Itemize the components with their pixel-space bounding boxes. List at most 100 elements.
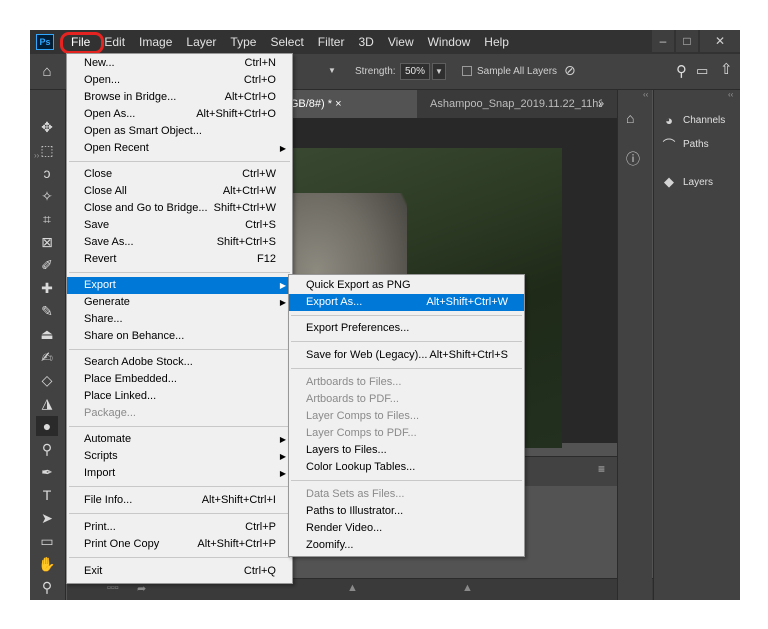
menu-view[interactable]: View (381, 30, 421, 54)
menu-item-place-linked[interactable]: Place Linked... (67, 388, 292, 405)
menu-item-revert[interactable]: Revert F12 (67, 251, 292, 268)
collapse-strip-icon[interactable]: ‹‹ (643, 90, 648, 99)
submenu-item-color-lookup-tables[interactable]: Color Lookup Tables... (289, 459, 524, 476)
collapse-dock-icon[interactable]: ‹‹ (728, 90, 733, 99)
menu-item-open-as-smart-object[interactable]: Open as Smart Object... (67, 123, 292, 140)
menu-window[interactable]: Window (421, 30, 478, 54)
tools-panel: ›› ✥ ⬚ ↄ ✧ ⌗ ⊠ ✐ ✚ ✎ ⏏ ✍ ◇ ◮ ● ⚲ ✒ T ➤ ▭… (30, 90, 66, 600)
menu-item-open-as[interactable]: Open As... Alt+Shift+Ctrl+O (67, 106, 292, 123)
submenu-item-label: Color Lookup Tables... (306, 461, 416, 473)
home-icon[interactable]: ⌂ (38, 63, 56, 81)
menu-item-shortcut: Ctrl+O (243, 74, 276, 86)
search-icon[interactable]: ⚲ (676, 62, 687, 80)
menu-item-print[interactable]: Print... Ctrl+P (67, 519, 292, 536)
menu-item-exit[interactable]: Exit Ctrl+Q (67, 563, 292, 580)
menu-item-automate[interactable]: Automate ▶ (67, 431, 292, 448)
submenu-item-render-video[interactable]: Render Video... (289, 520, 524, 537)
submenu-arrow-icon: ▶ (279, 469, 286, 478)
pen-tool-icon[interactable]: ✒ (36, 462, 58, 482)
maximize-button[interactable]: □ (676, 30, 698, 52)
sample-all-layers-checkbox[interactable] (462, 66, 472, 76)
healing-brush-tool-icon[interactable]: ✚ (36, 278, 58, 298)
submenu-item-layers-to-files[interactable]: Layers to Files... (289, 442, 524, 459)
menu-item-label: File Info... (84, 494, 133, 506)
strength-input[interactable]: 50% (400, 63, 430, 80)
menu-item-generate[interactable]: Generate ▶ (67, 294, 292, 311)
menu-item-import[interactable]: Import ▶ (67, 465, 292, 482)
zoom-tool-icon[interactable]: ⚲ (36, 577, 58, 597)
pressure-icon[interactable]: ⊘ (564, 62, 576, 79)
menu-item-new[interactable]: New... Ctrl+N (67, 55, 292, 72)
menu-item-save-as[interactable]: Save As... Shift+Ctrl+S (67, 234, 292, 251)
path-selection-tool-icon[interactable]: ➤ (36, 508, 58, 528)
eraser-tool-icon[interactable]: ◇ (36, 370, 58, 390)
menu-item-search-adobe-stock[interactable]: Search Adobe Stock... (67, 354, 292, 371)
menu-select[interactable]: Select (263, 30, 310, 54)
blur-tool-icon[interactable]: ● (36, 416, 58, 436)
menu-item-print-one-copy[interactable]: Print One Copy Alt+Shift+Ctrl+P (67, 536, 292, 553)
menu-item-open[interactable]: Open... Ctrl+O (67, 72, 292, 89)
workspace-icon[interactable]: ▭ (696, 63, 708, 79)
lasso-tool-icon[interactable]: ↄ (36, 163, 58, 183)
menu-item-close-all[interactable]: Close All Alt+Ctrl+W (67, 183, 292, 200)
move-tool-icon[interactable]: ✥ (36, 117, 58, 137)
history-brush-tool-icon[interactable]: ✍ (36, 347, 58, 367)
menu-type[interactable]: Type (223, 30, 263, 54)
submenu-item-paths-to-illustrator[interactable]: Paths to Illustrator... (289, 503, 524, 520)
gradient-tool-icon[interactable]: ◮ (36, 393, 58, 413)
menu-item-close-and-go-to-bridge[interactable]: Close and Go to Bridge... Shift+Ctrl+W (67, 200, 292, 217)
tab-ashampoo-snap[interactable]: Ashampoo_Snap_2019.11.22_11h21m06s (422, 90, 602, 118)
menu-image[interactable]: Image (132, 30, 179, 54)
menu-item-share[interactable]: Share... (67, 311, 292, 328)
crop-tool-icon[interactable]: ⌗ (36, 209, 58, 229)
menu-item-export[interactable]: Export ▶ (67, 277, 292, 294)
submenu-item-zoomify[interactable]: Zoomify... (289, 537, 524, 554)
zoom-small-icon[interactable]: ▲ (347, 582, 358, 594)
brush-tool-icon[interactable]: ✎ (36, 301, 58, 321)
menu-item-shortcut: Alt+Ctrl+W (222, 185, 276, 197)
submenu-item-quick-export-png[interactable]: Quick Export as PNG (289, 277, 524, 294)
submenu-arrow-icon: ▶ (279, 144, 286, 153)
menu-separator (69, 272, 290, 273)
layers-panel-button[interactable]: ◆ Layers (660, 171, 713, 193)
info-panel-icon[interactable]: ⓘ (626, 149, 640, 169)
submenu-item-export-preferences[interactable]: Export Preferences... (289, 320, 524, 337)
eyedropper-tool-icon[interactable]: ✐ (36, 255, 58, 275)
menu-edit[interactable]: Edit (97, 30, 132, 54)
zoom-large-icon[interactable]: ▲ (462, 582, 473, 594)
magic-wand-tool-icon[interactable]: ✧ (36, 186, 58, 206)
close-button[interactable]: ✕ (700, 30, 740, 52)
menu-item-open-recent[interactable]: Open Recent ▶ (67, 140, 292, 157)
dodge-tool-icon[interactable]: ⚲ (36, 439, 58, 459)
strength-dropdown-icon[interactable]: ▼ (432, 63, 446, 80)
submenu-item-save-for-web[interactable]: Save for Web (Legacy)... Alt+Shift+Ctrl+S (289, 347, 524, 364)
menu-layer[interactable]: Layer (179, 30, 223, 54)
type-tool-icon[interactable]: T (36, 485, 58, 505)
menu-item-close[interactable]: Close Ctrl+W (67, 166, 292, 183)
menu-3d[interactable]: 3D (351, 30, 380, 54)
clone-stamp-tool-icon[interactable]: ⏏ (36, 324, 58, 344)
menu-item-scripts[interactable]: Scripts ▶ (67, 448, 292, 465)
paths-panel-button[interactable]: ⌒ Paths (660, 133, 708, 155)
share-icon[interactable]: ⇧ (720, 60, 733, 78)
menu-item-place-embedded[interactable]: Place Embedded... (67, 371, 292, 388)
submenu-item-export-as[interactable]: Export As... Alt+Shift+Ctrl+W (289, 294, 524, 311)
panel-menu-icon[interactable]: ≡ (598, 462, 605, 476)
rectangle-tool-icon[interactable]: ▭ (36, 531, 58, 551)
menu-item-browse-in-bridge[interactable]: Browse in Bridge... Alt+Ctrl+O (67, 89, 292, 106)
menu-item-save[interactable]: Save Ctrl+S (67, 217, 292, 234)
minimize-button[interactable]: – (652, 30, 674, 52)
marquee-tool-icon[interactable]: ⬚ (36, 140, 58, 160)
menu-help[interactable]: Help (477, 30, 516, 54)
menu-file[interactable]: File (64, 30, 97, 54)
menu-item-share-on-behance[interactable]: Share on Behance... (67, 328, 292, 345)
hand-tool-icon[interactable]: ✋ (36, 554, 58, 574)
more-tabs-button[interactable]: » (598, 90, 604, 118)
menu-item-file-info[interactable]: File Info... Alt+Shift+Ctrl+I (67, 492, 292, 509)
chevron-down-icon[interactable]: ▼ (328, 66, 336, 75)
menu-filter[interactable]: Filter (311, 30, 352, 54)
channels-panel-button[interactable]: ◕ Channels (660, 109, 725, 131)
frame-tool-icon[interactable]: ⊠ (36, 232, 58, 252)
menu-item-label: Print... (84, 521, 116, 533)
history-panel-icon[interactable]: ⌂ (626, 110, 634, 126)
